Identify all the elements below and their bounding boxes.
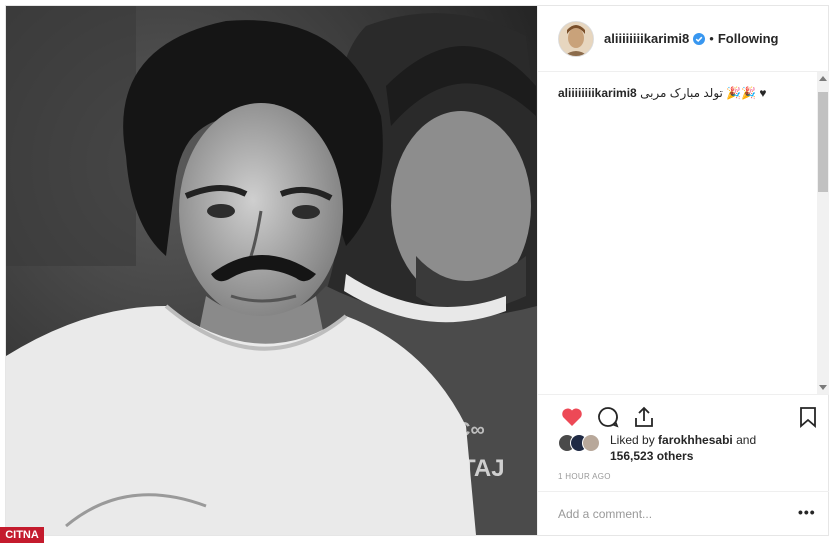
avatar-image (559, 21, 593, 56)
liker-avatars (558, 434, 606, 452)
username[interactable]: aliiiiiiiikarimi8 (604, 31, 689, 46)
heart-filled-icon[interactable] (560, 405, 584, 429)
black-and-white-portrait: TAJ C∞ (6, 6, 537, 535)
liked-and: and (736, 433, 757, 447)
verified-badge-icon (693, 32, 706, 45)
separator-dot: • (709, 31, 714, 46)
scroll-down-arrow-icon[interactable] (819, 385, 827, 390)
share-arrow-icon[interactable] (632, 405, 656, 429)
post-header: aliiiiiiiikarimi8 • Following (538, 6, 829, 72)
cut-off-text: ............... (558, 386, 596, 392)
caption: aliiiiiiiikarimi8 ♥ 🎉🎉 تولد مبارک مربی (558, 84, 816, 102)
add-comment-bar: ••• (538, 491, 829, 536)
more-options-icon[interactable]: ••• (798, 504, 816, 520)
following-button[interactable]: Following (718, 31, 779, 46)
scroll-up-arrow-icon[interactable] (819, 76, 827, 81)
post-photo[interactable]: TAJ C∞ (6, 6, 537, 535)
caption-text: ♥ 🎉🎉 تولد مبارک مربی (640, 86, 767, 100)
liked-user[interactable]: farokhhesabi (658, 433, 733, 447)
comments-area[interactable]: aliiiiiiiikarimi8 ♥ 🎉🎉 تولد مبارک مربی .… (558, 84, 816, 392)
scrollbar-thumb[interactable] (818, 92, 828, 192)
liker-avatar[interactable] (582, 434, 600, 452)
action-bar (538, 394, 829, 435)
liked-prefix: Liked by (610, 433, 655, 447)
site-watermark-logo: CITNA (0, 527, 44, 543)
avatar[interactable] (558, 20, 594, 57)
instagram-post: TAJ C∞ aliiiiiiiikarimi8 • Following ali… (5, 5, 829, 536)
liked-by-text: Liked by farokhhesabi and 156,523 others (610, 432, 820, 464)
bookmark-icon[interactable] (796, 405, 820, 429)
caption-username[interactable]: aliiiiiiiikarimi8 (558, 86, 637, 100)
likes-summary: Liked by farokhhesabi and 156,523 others (558, 432, 818, 468)
comments-scrollbar[interactable] (817, 72, 829, 394)
post-timestamp[interactable]: 1 HOUR AGO (558, 472, 611, 481)
liked-others[interactable]: 156,523 others (610, 449, 693, 463)
comment-bubble-icon[interactable] (596, 405, 620, 429)
post-sidebar: aliiiiiiiikarimi8 • Following aliiiiiiii… (537, 6, 829, 535)
comment-input[interactable] (558, 504, 778, 524)
